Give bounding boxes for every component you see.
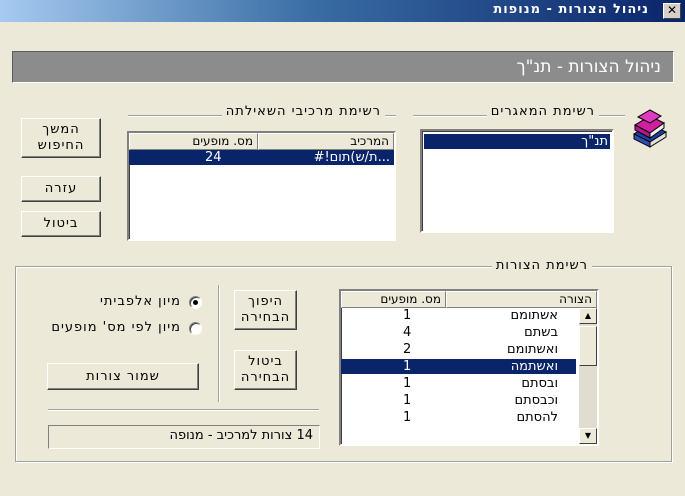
form-count: 1 <box>403 359 412 374</box>
form-count: 1 <box>403 393 412 408</box>
component-count: 24 <box>205 150 222 165</box>
forms-legend: רשימת הצורות <box>491 258 592 273</box>
sort-count-label[interactable]: מיון לפי מס' מופעים <box>51 320 181 335</box>
form-row[interactable]: אשתומם 1 <box>341 308 576 323</box>
header-title: ניהול הצורות - תנ"ך <box>516 57 661 77</box>
books-icon <box>632 109 668 148</box>
forms-scrollbar[interactable]: ▲ ▼ <box>579 308 597 444</box>
form-row[interactable]: ובסתם 1 <box>341 376 576 391</box>
form-name: ואשתמה <box>510 359 558 374</box>
form-name: ובסתם <box>521 376 558 391</box>
cancel-selection-label-1: ביטול <box>248 354 283 369</box>
help-button[interactable]: עזרה <box>21 176 101 202</box>
cancel-button[interactable]: ביטול <box>21 211 101 237</box>
form-name: אשתומם <box>510 308 558 323</box>
form-count: 2 <box>403 342 412 357</box>
form-count: 1 <box>403 410 412 425</box>
form-row[interactable]: להסתם 1 <box>341 410 576 425</box>
component-row[interactable]: #!ת/ש)תום... 24 <box>129 150 394 165</box>
component-name: #!ת/ש)תום... <box>313 150 390 165</box>
continue-search-button[interactable]: המשך החיפוש <box>21 118 101 158</box>
horizontal-separator <box>48 409 319 411</box>
vertical-separator <box>218 285 220 402</box>
cancel-selection-label-2: הבחירה <box>240 370 291 385</box>
sort-count-radio[interactable] <box>189 322 202 335</box>
window-title: ניהול הצורות - מנופות <box>493 2 649 17</box>
form-row[interactable]: ואשתומם 2 <box>341 342 576 357</box>
form-row[interactable]: בשתם 4 <box>341 325 576 340</box>
close-button[interactable]: ✕ <box>663 3 681 19</box>
continue-search-label-1: המשך <box>42 122 80 137</box>
form-name: להסתם <box>516 410 559 425</box>
database-item-tanakh[interactable]: תנ"ך <box>423 133 611 150</box>
invert-selection-label-1: היפוך <box>247 294 284 309</box>
form-count: 4 <box>403 325 412 340</box>
form-count: 1 <box>403 376 412 391</box>
form-count: 1 <box>403 308 412 323</box>
cancel-selection-button[interactable]: ביטול הבחירה <box>234 350 297 390</box>
components-col-component[interactable]: המרכיב <box>258 133 394 150</box>
status-field: 14 צורות למרכיב - מנופה <box>48 425 320 449</box>
scroll-down-button[interactable]: ▼ <box>579 428 597 444</box>
components-list[interactable]: המרכיב מס. מופעים #!ת/ש)תום... 24 <box>127 131 396 241</box>
components-legend: רשימת מרכיבי השאילתה <box>221 104 385 119</box>
form-name: ואשתומם <box>507 342 558 357</box>
invert-selection-button[interactable]: היפוך הבחירה <box>234 290 297 330</box>
forms-list[interactable]: הצורה מס. מופעים אשתומם 1 בשתם 4 ואשתומם 2 … <box>339 289 599 446</box>
forms-col-form[interactable]: הצורה <box>446 291 597 308</box>
continue-search-label-2: החיפוש <box>37 138 85 153</box>
database-item-label: תנ"ך <box>581 134 608 149</box>
forms-col-count[interactable]: מס. מופעים <box>341 291 446 308</box>
scroll-up-button[interactable]: ▲ <box>579 308 597 324</box>
components-col-count[interactable]: מס. מופעים <box>129 133 258 150</box>
form-name: בשתם <box>524 325 558 340</box>
form-row[interactable]: וכבסתם 1 <box>341 393 576 408</box>
databases-legend: רשימת המאגרים <box>486 104 599 119</box>
radio-selected-dot <box>193 300 198 305</box>
databases-list[interactable]: תנ"ך <box>420 129 614 233</box>
sort-alpha-radio[interactable] <box>189 296 202 309</box>
invert-selection-label-2: הבחירה <box>240 310 291 325</box>
forms-rows: אשתומם 1 בשתם 4 ואשתומם 2 ואשתמה 1 ובסתם 1 וכ… <box>341 308 576 444</box>
form-name: וכבסתם <box>514 393 558 408</box>
scroll-thumb[interactable] <box>579 326 597 366</box>
save-forms-button[interactable]: שמור צורות <box>47 363 199 390</box>
sort-alpha-label[interactable]: מיון אלפביתי <box>100 294 181 309</box>
form-row-selected[interactable]: ואשתמה 1 <box>341 359 576 374</box>
